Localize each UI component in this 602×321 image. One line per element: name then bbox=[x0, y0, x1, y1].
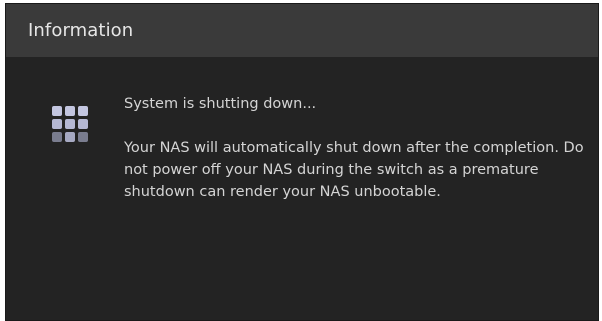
app-grid-icon bbox=[52, 106, 88, 142]
dialog-titlebar: Information bbox=[6, 4, 598, 57]
dialog-content: System is shutting down... Your NAS will… bbox=[124, 93, 584, 203]
information-dialog: Information System is shutting down... Y… bbox=[5, 3, 599, 321]
status-text: System is shutting down... bbox=[124, 96, 317, 112]
message-text: Your NAS will automatically shut down af… bbox=[124, 140, 584, 200]
dialog-title: Information bbox=[28, 20, 134, 41]
dialog-body: System is shutting down... Your NAS will… bbox=[6, 57, 598, 320]
